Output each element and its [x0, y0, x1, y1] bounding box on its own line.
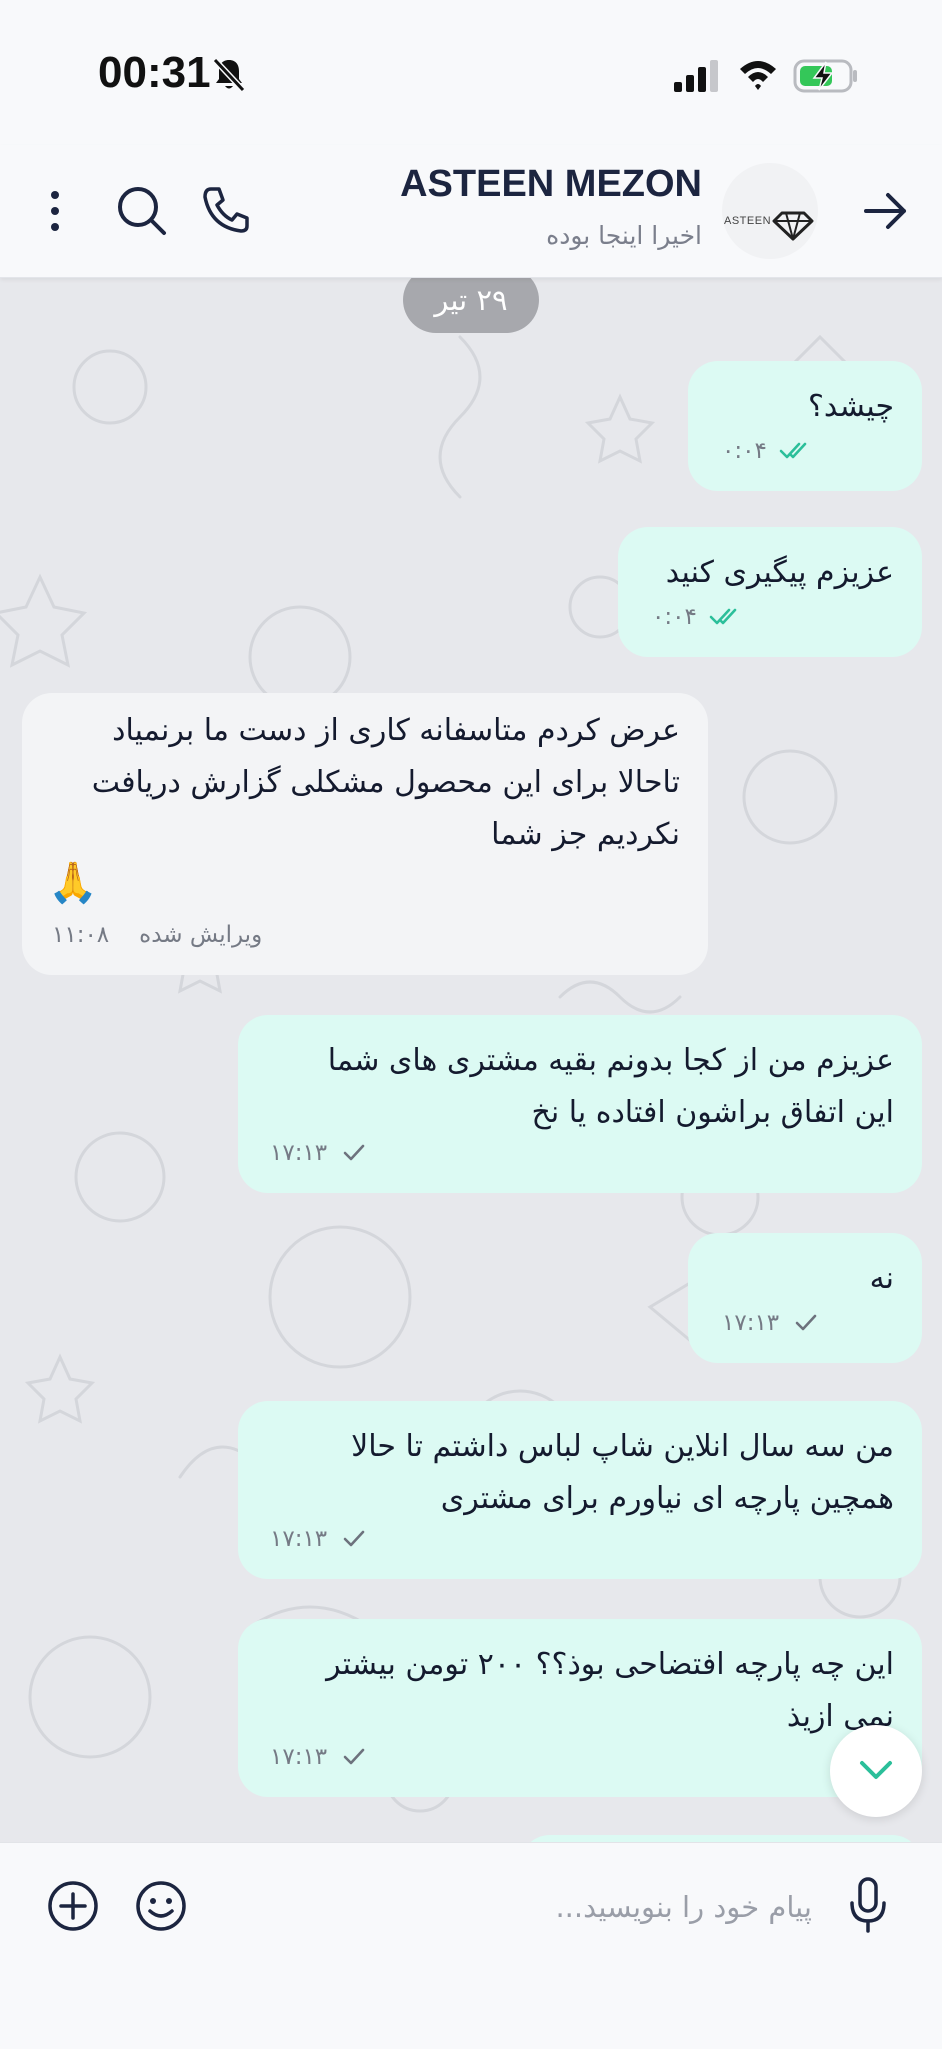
message-input[interactable] — [220, 1877, 814, 1937]
single-check-icon — [343, 1748, 365, 1765]
message-text: چیشد؟ — [807, 389, 894, 424]
message-bubble-outgoing-partial[interactable] — [520, 1835, 922, 1842]
microphone-icon[interactable] — [848, 1877, 888, 1935]
message-text-block: عزیزم من از کجا بدونم بقیه مشتری های شما… — [328, 1035, 894, 1139]
message-bubble-outgoing[interactable]: عزیزم پیگیری کنید ۰:۰۴ — [618, 527, 922, 657]
diamond-logo-icon — [772, 211, 814, 241]
message-meta: ۱۷:۱۳ — [270, 1731, 373, 1783]
message-line: من سه سال انلاین شاپ لباس داشتم تا حالا — [351, 1429, 894, 1464]
message-meta: ۱۷:۱۳ — [722, 1297, 825, 1349]
single-check-icon — [343, 1530, 365, 1547]
message-text-block: من سه سال انلاین شاپ لباس داشتم تا حالا … — [351, 1421, 894, 1525]
message-time: ۱۷:۱۳ — [270, 1526, 328, 1552]
message-text-block: عرض کردم متاسفانه کاری از دست ما برنمیاد… — [92, 705, 680, 861]
avatar-brand-text: ASTEEN — [724, 215, 772, 227]
message-line: نمی ازیذ — [786, 1699, 894, 1734]
signal-icon — [674, 60, 718, 92]
message-line: این چه پارچه افتضاحی بوذ؟؟ ۲۰۰ تومن بیشت… — [326, 1647, 894, 1682]
message-meta: ۱۱:۰۸ ویرایش شده — [52, 909, 262, 961]
back-arrow-icon[interactable] — [862, 191, 908, 231]
avatar[interactable]: ASTEEN — [722, 163, 818, 259]
message-bubble-outgoing[interactable]: این چه پارچه افتضاحی بوذ؟؟ ۲۰۰ تومن بیشت… — [238, 1619, 922, 1797]
single-check-icon — [343, 1144, 365, 1161]
message-meta: ۰:۰۴ — [652, 591, 743, 643]
message-line: نکردیم جز شما — [491, 817, 680, 852]
message-time: ۱۷:۱۳ — [270, 1744, 328, 1770]
search-icon[interactable] — [116, 185, 168, 237]
wifi-icon — [740, 61, 776, 90]
menu-icon[interactable] — [40, 187, 70, 235]
chat-area[interactable]: ۲۹ تیر چیشد؟ ۰:۰۴ عزیزم پیگیری کنید ۰:۰۴… — [0, 277, 942, 1842]
status-bar: 00:31 — [0, 0, 942, 145]
message-bubble-outgoing[interactable]: من سه سال انلاین شاپ لباس داشتم تا حالا … — [238, 1401, 922, 1579]
message-time: ۱۷:۱۳ — [270, 1140, 328, 1166]
single-check-icon — [795, 1314, 817, 1331]
message-line: این اتفاق براشون افتاده یا نخ — [531, 1095, 894, 1130]
chevron-down-icon — [860, 1761, 892, 1779]
chat-header: ASTEEN MEZON اخیرا اینجا بوده ASTEEN — [0, 145, 942, 278]
message-meta: ۱۷:۱۳ — [270, 1127, 373, 1179]
message-text: نه — [869, 1261, 894, 1296]
message-time: ۰:۰۴ — [652, 604, 697, 630]
date-separator: ۲۹ تیر — [403, 277, 539, 333]
message-bubble-incoming[interactable]: عرض کردم متاسفانه کاری از دست ما برنمیاد… — [22, 693, 708, 975]
message-time: ۱۷:۱۳ — [722, 1310, 780, 1336]
double-check-icon — [779, 442, 807, 459]
message-bubble-outgoing[interactable]: چیشد؟ ۰:۰۴ — [688, 361, 922, 491]
emoji-reaction: 🙏 — [48, 860, 98, 906]
edited-label: ویرایش شده — [139, 922, 263, 948]
phone-icon[interactable] — [201, 185, 251, 235]
message-line: عزیزم من از کجا بدونم بقیه مشتری های شما — [327, 1043, 894, 1078]
double-check-icon — [709, 608, 737, 625]
status-time: 00:31 — [98, 48, 211, 97]
scroll-to-bottom-button[interactable] — [830, 1725, 922, 1817]
chat-title[interactable]: ASTEEN MEZON — [400, 163, 702, 206]
message-meta: ۱۷:۱۳ — [270, 1513, 373, 1565]
battery-charging-icon — [793, 59, 857, 93]
message-time: ۰:۰۴ — [722, 438, 767, 464]
bell-off-icon — [212, 57, 246, 93]
message-meta: ۰:۰۴ — [722, 425, 813, 477]
message-bubble-outgoing[interactable]: نه ۱۷:۱۳ — [688, 1233, 922, 1363]
last-seen-status: اخیرا اینجا بوده — [546, 221, 702, 250]
message-text-block: این چه پارچه افتضاحی بوذ؟؟ ۲۰۰ تومن بیشت… — [326, 1639, 894, 1743]
message-line: همچین پارچه ای نیاورم برای مشتری — [440, 1481, 894, 1516]
message-line: تاحالا برای این محصول مشکلی گزارش دریافت — [91, 765, 680, 800]
message-line: عرض کردم متاسفانه کاری از دست ما برنمیاد — [112, 713, 680, 748]
emoji-icon[interactable] — [134, 1879, 188, 1933]
message-composer — [0, 1842, 942, 2049]
add-icon[interactable] — [46, 1879, 100, 1933]
message-time: ۱۱:۰۸ — [52, 922, 110, 948]
message-bubble-outgoing[interactable]: عزیزم من از کجا بدونم بقیه مشتری های شما… — [238, 1015, 922, 1193]
